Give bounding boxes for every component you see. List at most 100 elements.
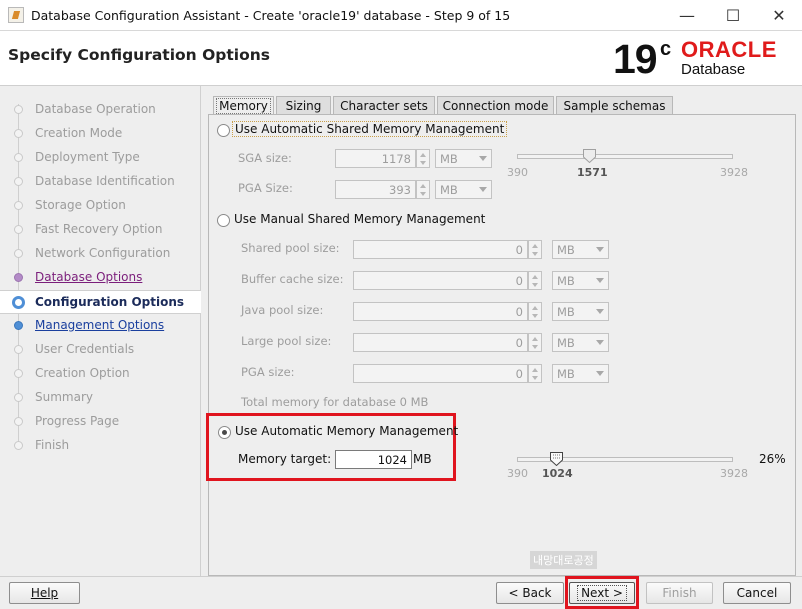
large-pool-size-unit-value: MB: [557, 336, 575, 350]
minimize-button[interactable]: —: [664, 0, 710, 31]
java-pool-size-unit-select[interactable]: MB: [552, 302, 609, 321]
asmm-slider-thumb[interactable]: [583, 149, 596, 163]
nav-step-label: Fast Recovery Option: [35, 222, 163, 236]
asmm-slider-track[interactable]: [517, 154, 733, 159]
manual-memory-label[interactable]: Use Manual Shared Memory Management: [234, 212, 485, 226]
nav-step-label: Database Identification: [35, 174, 175, 188]
step-indicator-icon: [14, 393, 23, 402]
sga-size-label: SGA size:: [238, 151, 292, 165]
nav-step-label: Network Configuration: [35, 246, 171, 260]
nav-step-management-options[interactable]: Management Options: [0, 314, 201, 338]
asmm-slider-min: 390: [507, 166, 528, 179]
nav-step-user-credentials: User Credentials: [0, 338, 201, 362]
buffer-cache-size-unit-select[interactable]: MB: [552, 271, 609, 290]
step-indicator-icon: [12, 296, 25, 309]
step-indicator-icon: [14, 321, 23, 330]
buffer-cache-size-input[interactable]: 0: [353, 271, 528, 290]
sga-unit-select[interactable]: MB: [435, 149, 492, 168]
large-pool-size-input[interactable]: 0: [353, 333, 528, 352]
pga-unit-value: MB: [440, 183, 458, 197]
help-button[interactable]: Help: [9, 582, 80, 604]
sga-size-stepper[interactable]: [416, 149, 430, 168]
step-indicator-icon: [14, 369, 23, 378]
next-button[interactable]: Next >: [569, 582, 635, 604]
watermark: 내망대로공정: [530, 551, 597, 569]
cancel-button[interactable]: Cancel: [723, 582, 791, 604]
nav-step-label: Creation Option: [35, 366, 130, 380]
nav-step-storage-option: Storage Option: [0, 194, 201, 218]
step-indicator-icon: [14, 201, 23, 210]
manual-memory-radio[interactable]: [217, 214, 230, 227]
amm-radio[interactable]: [218, 426, 231, 439]
java-pool-size-stepper[interactable]: [528, 302, 542, 321]
pga-size-input[interactable]: 393: [335, 180, 416, 199]
step-indicator-icon: [14, 417, 23, 426]
close-button[interactable]: ✕: [756, 0, 802, 31]
amm-slider-thumb[interactable]: [549, 452, 563, 466]
shared-pool-size-stepper[interactable]: [528, 240, 542, 259]
chevron-down-icon: [596, 340, 604, 345]
sga-size-input[interactable]: 1178: [335, 149, 416, 168]
java-pool-size-input[interactable]: 0: [353, 302, 528, 321]
pga-size-input[interactable]: 0: [353, 364, 528, 383]
logo-version: 19: [613, 36, 658, 82]
shared-pool-size-unit-select[interactable]: MB: [552, 240, 609, 259]
amm-label[interactable]: Use Automatic Memory Management: [235, 424, 458, 438]
amm-slider-max: 3928: [720, 467, 748, 480]
window-title: Database Configuration Assistant - Creat…: [31, 8, 511, 23]
chevron-down-icon: [479, 187, 487, 192]
pga-size-stepper[interactable]: [416, 180, 430, 199]
large-pool-size-unit-select[interactable]: MB: [552, 333, 609, 352]
memory-target-label: Memory target:: [238, 452, 332, 466]
shared-pool-size-unit-value: MB: [557, 243, 575, 257]
pga-size-unit-value: MB: [557, 367, 575, 381]
step-indicator-icon: [14, 273, 23, 282]
nav-step-label: User Credentials: [35, 342, 135, 356]
maximize-button[interactable]: ☐: [710, 0, 756, 31]
step-indicator-icon: [14, 345, 23, 354]
shared-pool-size-label: Shared pool size:: [241, 241, 340, 255]
nav-step-database-options[interactable]: Database Options: [0, 266, 201, 290]
chevron-down-icon: [596, 247, 604, 252]
tab-connection-mode[interactable]: Connection mode: [437, 96, 554, 115]
nav-step-label: Storage Option: [35, 198, 126, 212]
buffer-cache-size-stepper[interactable]: [528, 271, 542, 290]
pga-unit-select[interactable]: MB: [435, 180, 492, 199]
app-icon: [8, 7, 24, 23]
asmm-slider-max: 3928: [720, 166, 748, 179]
step-indicator-icon: [14, 441, 23, 450]
asmm-label[interactable]: Use Automatic Shared Memory Management: [232, 121, 508, 137]
memory-target-unit: MB: [413, 452, 432, 466]
large-pool-size-label: Large pool size:: [241, 334, 332, 348]
nav-step-creation-mode: Creation Mode: [0, 122, 201, 146]
tab-memory[interactable]: Memory: [213, 96, 274, 116]
page-header: Specify Configuration Options 19 c ORACL…: [0, 31, 802, 86]
shared-pool-size-input[interactable]: 0: [353, 240, 528, 259]
java-pool-size-label: Java pool size:: [241, 303, 324, 317]
tab-memory-label: Memory: [216, 98, 271, 114]
large-pool-size-stepper[interactable]: [528, 333, 542, 352]
step-indicator-icon: [14, 249, 23, 258]
nav-step-fast-recovery-option: Fast Recovery Option: [0, 218, 201, 242]
tab-sizing[interactable]: Sizing: [276, 96, 331, 115]
total-memory-label: Total memory for database 0 MB: [241, 395, 429, 409]
oracle-logo: ORACLE: [681, 37, 777, 62]
pga-size-unit-select[interactable]: MB: [552, 364, 609, 383]
nav-step-finish: Finish: [0, 434, 201, 458]
tab-sample-schemas[interactable]: Sample schemas: [556, 96, 673, 115]
asmm-radio[interactable]: [217, 124, 230, 137]
sga-unit-value: MB: [440, 152, 458, 166]
window-title-bar: Database Configuration Assistant - Creat…: [0, 0, 802, 31]
chevron-down-icon: [596, 278, 604, 283]
logo-version-suffix: c: [660, 38, 672, 60]
pga-size-stepper[interactable]: [528, 364, 542, 383]
memory-target-input[interactable]: 1024: [335, 450, 412, 469]
amm-slider-value: 1024: [542, 467, 573, 480]
back-button[interactable]: < Back: [496, 582, 564, 604]
pga-size-label: PGA size:: [241, 365, 295, 379]
tab-character-sets[interactable]: Character sets: [333, 96, 435, 115]
amm-percent: 26%: [759, 452, 786, 466]
asmm-slider-value: 1571: [577, 166, 608, 179]
page-title: Specify Configuration Options: [8, 46, 271, 64]
buffer-cache-size-unit-value: MB: [557, 274, 575, 288]
